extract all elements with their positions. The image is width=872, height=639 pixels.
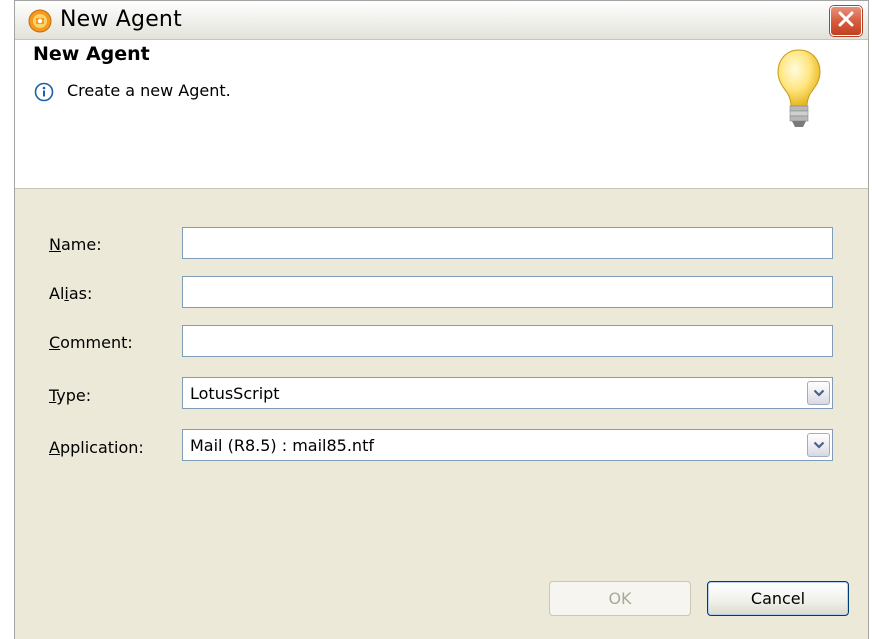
application-dropdown-button[interactable] <box>807 433 830 457</box>
comment-label: Comment: <box>49 333 133 352</box>
close-button[interactable] <box>830 6 862 36</box>
ok-button[interactable]: OK <box>549 581 691 616</box>
chevron-down-icon <box>813 389 824 397</box>
name-field[interactable] <box>182 227 833 259</box>
header-title: New Agent <box>33 43 150 65</box>
application-select[interactable]: Mail (R8.5) : mail85.ntf <box>182 429 833 461</box>
type-select[interactable]: LotusScript <box>182 377 833 409</box>
wizard-header: New Agent Create a new Agent. <box>15 40 868 189</box>
type-dropdown-button[interactable] <box>807 381 830 405</box>
lightbulb-icon <box>776 48 822 130</box>
type-select-value: LotusScript <box>190 384 280 403</box>
close-icon <box>837 10 855 33</box>
alias-field[interactable] <box>182 276 833 308</box>
cancel-button[interactable]: Cancel <box>707 581 849 616</box>
domino-designer-icon <box>28 9 52 33</box>
chevron-down-icon <box>813 441 824 449</box>
window-title: New Agent <box>60 7 182 32</box>
header-message: Create a new Agent. <box>67 81 231 100</box>
name-input[interactable] <box>183 228 832 258</box>
title-bar[interactable]: New Agent <box>15 1 868 40</box>
comment-input[interactable] <box>183 326 832 356</box>
application-label: Application: <box>49 438 144 457</box>
alias-label: Alias: <box>49 284 93 303</box>
alias-input[interactable] <box>183 277 832 307</box>
new-agent-dialog: New Agent New Agent Create a new Agent. <box>14 0 869 639</box>
type-label: Type: <box>49 386 92 405</box>
name-label: Name: <box>49 235 102 254</box>
comment-field[interactable] <box>182 325 833 357</box>
application-select-value: Mail (R8.5) : mail85.ntf <box>190 436 374 455</box>
info-icon <box>34 82 54 102</box>
